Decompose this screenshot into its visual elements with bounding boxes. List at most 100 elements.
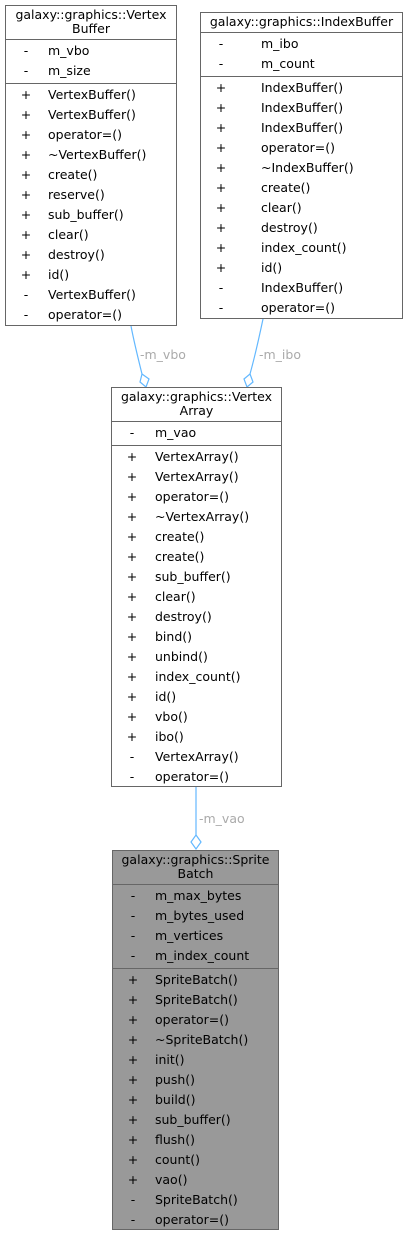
member-row[interactable]: - m_size bbox=[6, 61, 176, 81]
member-row[interactable]: - m_vertices bbox=[113, 926, 278, 946]
member-row[interactable]: + build() bbox=[113, 1090, 278, 1110]
member-row[interactable]: + ~SpriteBatch() bbox=[113, 1030, 278, 1050]
class-sprite-batch[interactable]: galaxy::graphics::Sprite Batch - m_max_by… bbox=[112, 850, 279, 1230]
member-row[interactable]: + id() bbox=[201, 258, 402, 278]
member-name: VertexBuffer() bbox=[48, 87, 136, 102]
member-row[interactable]: + operator=() bbox=[113, 1010, 278, 1030]
visibility-marker: - bbox=[130, 1192, 136, 1207]
member-row[interactable]: - m_max_bytes bbox=[113, 886, 278, 906]
member-name: m_index_count bbox=[155, 948, 250, 963]
member-name: sub_buffer() bbox=[48, 207, 124, 222]
member-row[interactable]: + IndexBuffer() bbox=[201, 118, 402, 138]
member-row[interactable]: + VertexArray() bbox=[112, 467, 281, 487]
visibility-marker: - bbox=[130, 908, 136, 923]
member-row[interactable]: + index_count() bbox=[112, 667, 281, 687]
member-row[interactable]: + SpriteBatch() bbox=[113, 970, 278, 990]
member-name: id() bbox=[155, 689, 177, 704]
member-row[interactable]: - m_vbo bbox=[6, 41, 176, 61]
member-row[interactable]: + create() bbox=[112, 527, 281, 547]
class-index-buffer[interactable]: galaxy::graphics::IndexBuffer - m_ibo - m_c… bbox=[200, 12, 403, 319]
member-name: clear() bbox=[261, 200, 302, 215]
member-row[interactable]: + ~VertexBuffer() bbox=[6, 145, 176, 165]
member-row[interactable]: + clear() bbox=[201, 198, 402, 218]
visibility-marker: + bbox=[215, 80, 227, 95]
member-name: operator=() bbox=[261, 300, 335, 315]
member-row[interactable]: + id() bbox=[112, 687, 281, 707]
member-row[interactable]: + index_count() bbox=[201, 238, 402, 258]
member-row[interactable]: + ~VertexArray() bbox=[112, 507, 281, 527]
member-row[interactable]: - operator=() bbox=[112, 767, 281, 787]
member-row[interactable]: - m_ibo bbox=[201, 34, 402, 54]
member-row[interactable]: + destroy() bbox=[201, 218, 402, 238]
member-row[interactable]: + IndexBuffer() bbox=[201, 78, 402, 98]
member-row[interactable]: + ibo() bbox=[112, 727, 281, 747]
visibility-marker: + bbox=[127, 1052, 139, 1067]
edge-ibo-diamond bbox=[243, 372, 254, 389]
member-row[interactable]: - m_count bbox=[201, 54, 402, 74]
visibility-marker: + bbox=[126, 629, 138, 644]
member-row[interactable]: + clear() bbox=[112, 587, 281, 607]
member-row[interactable]: + clear() bbox=[6, 225, 176, 245]
member-row[interactable]: + id() bbox=[6, 265, 176, 285]
class-vertex-array[interactable]: galaxy::graphics::Vertex Array - m_vao + V… bbox=[111, 387, 282, 787]
member-row[interactable]: + create() bbox=[201, 178, 402, 198]
member-row[interactable]: + count() bbox=[113, 1150, 278, 1170]
class-title-line: galaxy::graphics::IndexBuffer bbox=[209, 14, 394, 29]
member-row[interactable]: + vao() bbox=[113, 1170, 278, 1190]
member-name: vbo() bbox=[155, 709, 188, 724]
member-row[interactable]: - operator=() bbox=[6, 305, 176, 325]
class-title: galaxy::graphics::Sprite Batch bbox=[113, 851, 278, 885]
member-row[interactable]: - IndexBuffer() bbox=[201, 278, 402, 298]
member-row[interactable]: - m_vao bbox=[112, 423, 281, 443]
member-row[interactable]: + create() bbox=[112, 547, 281, 567]
member-row[interactable]: - m_index_count bbox=[113, 946, 278, 966]
visibility-marker: + bbox=[127, 1012, 139, 1027]
member-row[interactable]: + create() bbox=[6, 165, 176, 185]
member-row[interactable]: - operator=() bbox=[201, 298, 402, 318]
member-row[interactable]: - VertexBuffer() bbox=[6, 285, 176, 305]
visibility-marker: + bbox=[126, 529, 138, 544]
class-vertex-buffer[interactable]: galaxy::graphics::Vertex Buffer - m_vbo - m… bbox=[5, 5, 177, 326]
member-row[interactable]: + init() bbox=[113, 1050, 278, 1070]
member-row[interactable]: + VertexBuffer() bbox=[6, 85, 176, 105]
visibility-marker: + bbox=[127, 1152, 139, 1167]
member-row[interactable]: + operator=() bbox=[201, 138, 402, 158]
member-row[interactable]: - operator=() bbox=[113, 1210, 278, 1230]
member-row[interactable]: + push() bbox=[113, 1070, 278, 1090]
member-row[interactable]: + sub_buffer() bbox=[6, 205, 176, 225]
visibility-marker: + bbox=[127, 1092, 139, 1107]
edge-vbo: -m_vbo bbox=[130, 325, 186, 389]
member-row[interactable]: + VertexArray() bbox=[112, 447, 281, 467]
member-row[interactable]: - VertexArray() bbox=[112, 747, 281, 767]
visibility-marker: + bbox=[126, 549, 138, 564]
member-row[interactable]: + operator=() bbox=[112, 487, 281, 507]
visibility-marker: + bbox=[20, 267, 32, 282]
member-row[interactable]: + VertexBuffer() bbox=[6, 105, 176, 125]
member-row[interactable]: + destroy() bbox=[112, 607, 281, 627]
member-row[interactable]: + vbo() bbox=[112, 707, 281, 727]
member-row[interactable]: + operator=() bbox=[6, 125, 176, 145]
member-row[interactable]: - m_bytes_used bbox=[113, 906, 278, 926]
visibility-marker: + bbox=[126, 609, 138, 624]
member-name: bind() bbox=[155, 629, 193, 644]
member-name: VertexArray() bbox=[155, 749, 239, 764]
visibility-marker: + bbox=[20, 247, 32, 262]
visibility-marker: + bbox=[20, 207, 32, 222]
member-name: build() bbox=[155, 1092, 196, 1107]
class-title: galaxy::graphics::IndexBuffer bbox=[201, 13, 402, 33]
member-row[interactable]: - SpriteBatch() bbox=[113, 1190, 278, 1210]
member-row[interactable]: + ~IndexBuffer() bbox=[201, 158, 402, 178]
member-row[interactable]: + destroy() bbox=[6, 245, 176, 265]
member-name: IndexBuffer() bbox=[261, 100, 344, 115]
member-row[interactable]: + flush() bbox=[113, 1130, 278, 1150]
member-row[interactable]: + bind() bbox=[112, 627, 281, 647]
visibility-marker: - bbox=[23, 63, 29, 78]
member-row[interactable]: + sub_buffer() bbox=[112, 567, 281, 587]
member-row[interactable]: + reserve() bbox=[6, 185, 176, 205]
member-row[interactable]: + IndexBuffer() bbox=[201, 98, 402, 118]
member-row[interactable]: + unbind() bbox=[112, 647, 281, 667]
visibility-marker: + bbox=[20, 147, 32, 162]
member-row[interactable]: + sub_buffer() bbox=[113, 1110, 278, 1130]
member-name: init() bbox=[155, 1052, 185, 1067]
member-row[interactable]: + SpriteBatch() bbox=[113, 990, 278, 1010]
